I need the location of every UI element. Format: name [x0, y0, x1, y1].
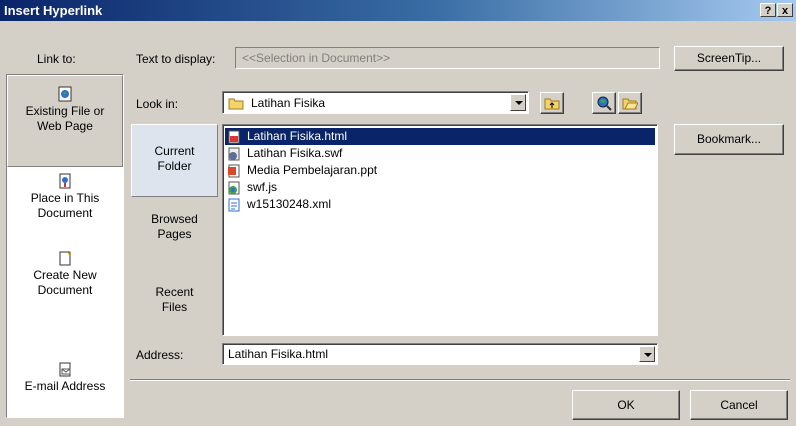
insert-hyperlink-dialog: Insert Hyperlink ? x Link to: Existing F…	[0, 0, 796, 426]
dialog-title: Insert Hyperlink	[4, 3, 103, 18]
link-to-existing-file[interactable]: Existing File or Web Page	[7, 75, 123, 167]
link-to-label: Link to:	[37, 52, 76, 66]
file-name-xml: w15130248.xml	[247, 197, 332, 211]
html-file-icon	[228, 130, 240, 144]
cancel-button[interactable]: Cancel	[690, 390, 788, 420]
address-label: Address:	[136, 348, 184, 362]
address-input[interactable]: Latihan Fisika.html	[222, 343, 658, 365]
link-to-place-line2: Document	[37, 206, 93, 220]
link-to-email-line1: E-mail Address	[24, 379, 106, 393]
file-list[interactable]: Latihan Fisika.html Latihan Fisika.swf M…	[222, 124, 658, 336]
browsed-pages-line2: Pages	[157, 227, 192, 241]
file-item-html[interactable]: Latihan Fisika.html	[225, 128, 655, 145]
address-dropdown-arrow[interactable]	[639, 346, 655, 362]
ppt-file-icon	[228, 164, 240, 178]
look-in-value: Latihan Fisika	[251, 96, 326, 110]
title-bar: Insert Hyperlink ? x	[0, 0, 796, 21]
folder-icon	[228, 98, 244, 110]
link-to-create-new[interactable]: Create New Document	[7, 250, 123, 320]
file-name-html: Latihan Fisika.html	[247, 129, 348, 143]
link-to-place-in-document[interactable]: Place in This Document	[7, 173, 123, 243]
recent-files-line1: Recent	[155, 285, 194, 299]
swf-file-icon	[228, 147, 240, 161]
document-place-icon	[59, 173, 71, 189]
link-to-email[interactable]: E-mail Address	[7, 361, 123, 411]
link-to-create-line2: Document	[37, 283, 93, 297]
ok-button[interactable]: OK	[572, 390, 680, 420]
screentip-button[interactable]: ScreenTip...	[674, 46, 784, 71]
address-value: Latihan Fisika.html	[228, 347, 329, 361]
file-name-ppt: Media Pembelajaran.ppt	[247, 163, 378, 177]
file-name-js: swf.js	[247, 180, 277, 194]
js-file-icon	[228, 181, 240, 195]
current-folder-line2: Folder	[157, 159, 192, 173]
current-folder-tab[interactable]: Current Folder	[131, 124, 218, 197]
link-to-bar: Existing File or Web Page Place in This …	[6, 74, 124, 418]
text-to-display-label: Text to display:	[136, 52, 216, 66]
link-to-create-line1: Create New	[33, 268, 97, 282]
browse-nav: Current Folder Browsed Pages Recent File…	[131, 124, 218, 336]
browse-file-button[interactable]	[618, 92, 642, 114]
look-in-dropdown[interactable]: Latihan Fisika	[222, 91, 529, 114]
new-document-icon	[59, 250, 72, 266]
globe-search-icon	[597, 96, 612, 111]
email-icon	[59, 362, 71, 377]
browsed-pages-tab[interactable]: Browsed Pages	[131, 212, 218, 252]
recent-files-line2: Files	[161, 300, 188, 314]
look-in-dropdown-arrow[interactable]	[510, 94, 526, 111]
link-to-existing-line1: Existing File or	[25, 104, 105, 118]
text-to-display-input[interactable]: <<Selection in Document>>	[235, 47, 660, 69]
look-in-label: Look in:	[136, 97, 179, 111]
link-to-existing-line2: Web Page	[37, 119, 93, 133]
file-item-swf[interactable]: Latihan Fisika.swf	[225, 145, 655, 162]
footer-separator	[130, 379, 790, 381]
recent-files-tab[interactable]: Recent Files	[131, 285, 218, 325]
link-to-place-line1: Place in This	[30, 191, 100, 205]
file-name-swf: Latihan Fisika.swf	[247, 146, 343, 160]
browsed-pages-line1: Browsed	[151, 212, 198, 226]
help-button[interactable]: ?	[760, 3, 776, 17]
current-folder-line1: Current	[154, 144, 195, 158]
file-item-xml[interactable]: w15130248.xml	[225, 196, 655, 213]
file-item-js[interactable]: swf.js	[225, 179, 655, 196]
text-to-display-value: <<Selection in Document>>	[242, 51, 391, 65]
open-folder-icon	[622, 98, 638, 110]
up-one-folder-button[interactable]	[540, 92, 564, 114]
bookmark-button[interactable]: Bookmark...	[674, 124, 784, 155]
up-folder-icon	[544, 98, 560, 110]
close-button[interactable]: x	[777, 3, 793, 17]
xml-file-icon	[228, 198, 240, 212]
web-page-icon	[58, 86, 72, 102]
file-item-ppt[interactable]: Media Pembelajaran.ppt	[225, 162, 655, 179]
browse-web-button[interactable]	[592, 92, 616, 114]
